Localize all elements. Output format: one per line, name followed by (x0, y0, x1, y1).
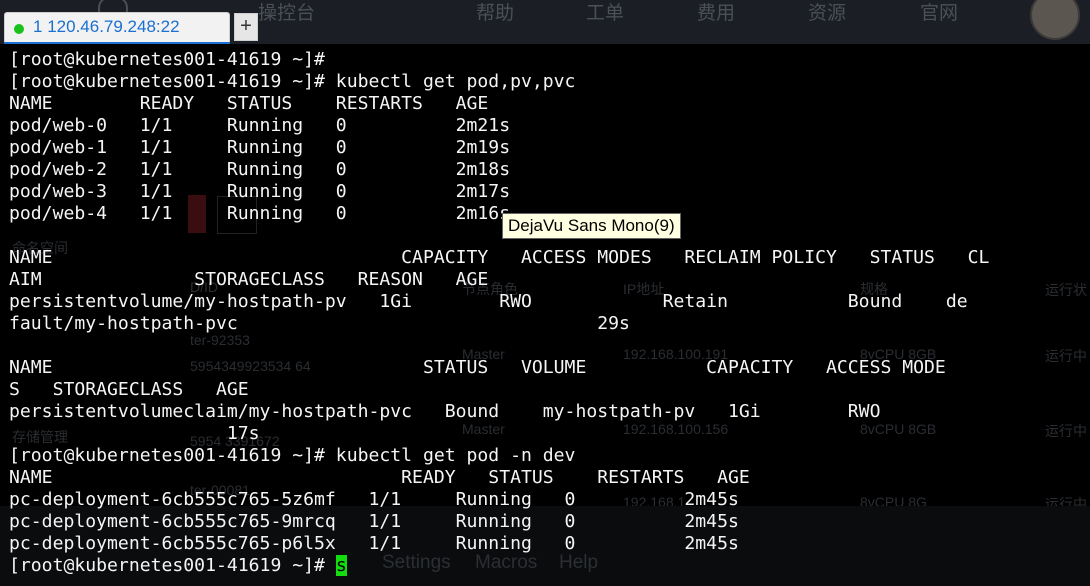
terminal-prompt-line[interactable]: [root@kubernetes001-41619 ~]# s (9, 555, 989, 577)
terminal-line: [root@kubernetes001-41619 ~]# kubectl ge… (9, 445, 576, 466)
ghost-col-status: 运行状 (1045, 282, 1087, 298)
terminal-line: fault/my-hostpath-pvc 29s (9, 313, 630, 334)
terminal-line: AIM STORAGECLASS REASON AGE (9, 269, 489, 290)
terminal-line: pod/web-0 1/1 Running 0 2m21s (9, 115, 511, 136)
terminal-line: pc-deployment-6cb555c765-5z6mf 1/1 Runni… (9, 489, 739, 510)
menu-website: 官网 (920, 3, 959, 24)
terminal-line: [root@kubernetes001-41619 ~]# (9, 49, 325, 70)
connected-status-icon (14, 24, 24, 34)
menu-help: 帮助 (476, 3, 515, 24)
menu-console: 操控台 (258, 3, 316, 24)
terminal-line: persistentvolume/my-hostpath-pv 1Gi RWO … (9, 291, 968, 312)
terminal-line: NAME READY STATUS RESTARTS AGE (9, 467, 750, 488)
avatar (1030, 0, 1080, 40)
ghost-row2-status: 运行中 (1045, 423, 1087, 439)
terminal-line: pod/web-4 1/1 Running 0 2m16s (9, 203, 511, 224)
text-cursor[interactable]: s (335, 555, 347, 576)
session-tab-label: 1 120.46.79.248:22 (33, 17, 180, 36)
terminal-line: 17s (9, 423, 260, 444)
terminal-line: NAME STATUS VOLUME CAPACITY ACCESS MODE (9, 357, 946, 378)
terminal-line: [root@kubernetes001-41619 ~]# kubectl ge… (9, 71, 576, 92)
menu-billing: 费用 (697, 3, 736, 24)
menu-tickets: 工单 (586, 3, 625, 24)
new-tab-button[interactable]: + (234, 13, 258, 41)
terminal-line: persistentvolumeclaim/my-hostpath-pvc Bo… (9, 401, 881, 422)
terminal-line: pc-deployment-6cb555c765-p6l5x 1/1 Runni… (9, 533, 739, 554)
terminal-line: NAME CAPACITY ACCESS MODES RECLAIM POLIC… (9, 247, 990, 268)
terminal-prompt: [root@kubernetes001-41619 ~]# (9, 555, 336, 576)
terminal-output: [root@kubernetes001-41619 ~]# [root@kube… (9, 49, 989, 577)
ghost-row1-status: 运行中 (1045, 348, 1087, 364)
terminal-line: S STORAGECLASS AGE (9, 379, 249, 400)
menu-resources: 资源 (808, 3, 847, 24)
terminal-line: pc-deployment-6cb555c765-9mrcq 1/1 Runni… (9, 511, 739, 532)
session-tab[interactable]: 1 120.46.79.248:22 (4, 12, 230, 44)
terminal-line: NAME READY STATUS RESTARTS AGE (9, 93, 489, 114)
terminal-line: pod/web-3 1/1 Running 0 2m17s (9, 181, 511, 202)
terminal-line: pod/web-1 1/1 Running 0 2m19s (9, 137, 511, 158)
terminal-line: pod/web-2 1/1 Running 0 2m18s (9, 159, 511, 180)
font-tooltip: DejaVu Sans Mono(9) (502, 213, 681, 239)
